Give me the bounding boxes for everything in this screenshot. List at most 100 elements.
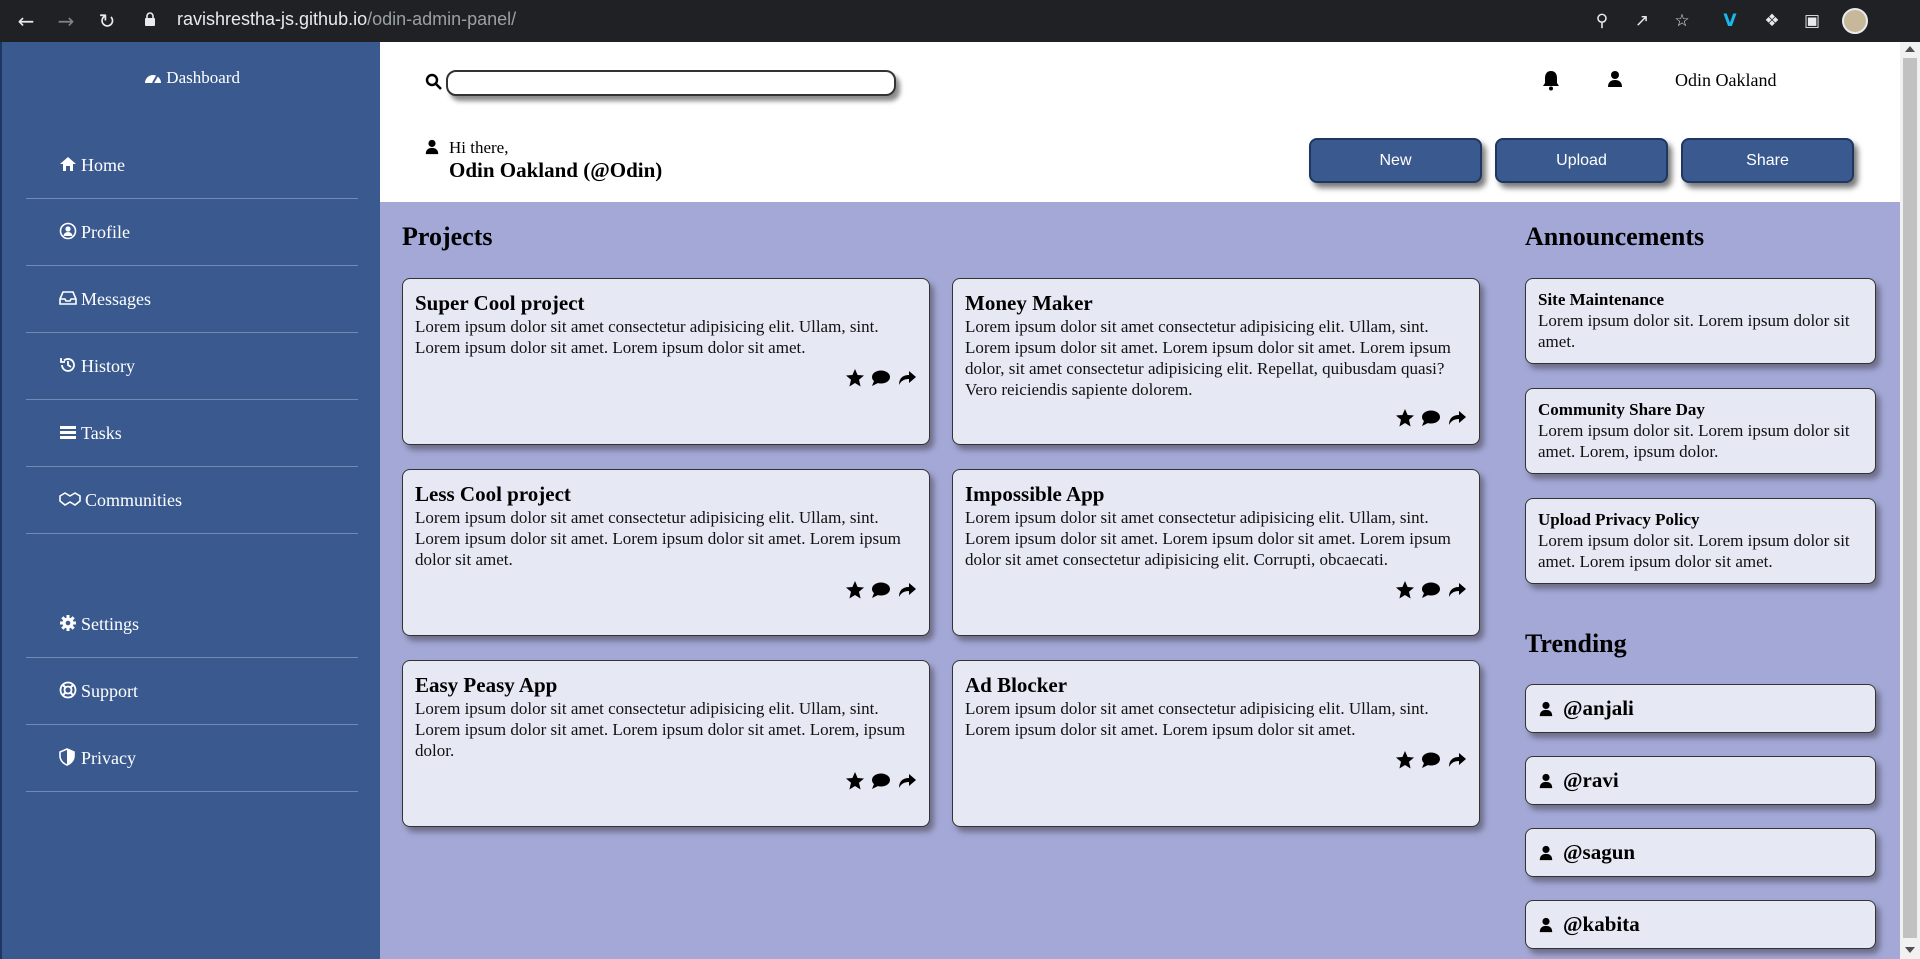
project-description: Lorem ipsum dolor sit amet consectetur a…	[965, 317, 1451, 399]
project-card: Easy Peasy App Lorem ipsum dolor sit ame…	[402, 660, 930, 827]
scrollbar-thumb[interactable]	[1903, 58, 1917, 938]
sidebar-dashboard[interactable]: Dashboard	[2, 68, 382, 88]
project-description: Lorem ipsum dolor sit amet consectetur a…	[415, 699, 906, 760]
upload-button[interactable]: Upload	[1495, 138, 1668, 183]
sidebar-item-support[interactable]: Support	[26, 658, 358, 725]
trending-username: @ravi	[1563, 768, 1619, 792]
star-icon[interactable]	[1395, 408, 1415, 428]
sidebar-item-history[interactable]: History	[26, 333, 358, 400]
main: Odin Oakland Hi there, Odin Oakland (@Od…	[380, 42, 1900, 959]
star-icon[interactable]	[845, 771, 865, 791]
bell-icon[interactable]	[1541, 69, 1561, 91]
sidebar-item-home[interactable]: Home	[26, 132, 358, 199]
shield-icon	[59, 748, 79, 768]
share-arrow-icon[interactable]	[1447, 580, 1467, 600]
project-title: Money Maker	[965, 291, 1093, 315]
sidebar-item-privacy[interactable]: Privacy	[26, 725, 358, 792]
star-icon[interactable]	[845, 580, 865, 600]
share-arrow-icon[interactable]	[1447, 408, 1467, 428]
trending-username: @kabita	[1563, 912, 1640, 936]
vimeo-extension-icon[interactable]: V	[1718, 9, 1742, 33]
project-title: Impossible App	[965, 482, 1105, 506]
forward-icon[interactable]: →	[52, 7, 80, 35]
trending-user[interactable]: @sagun	[1525, 828, 1876, 877]
search-icon	[425, 73, 442, 90]
page-scrollbar[interactable]	[1900, 42, 1920, 959]
sidebar-item-messages[interactable]: Messages	[26, 266, 358, 333]
trending-user[interactable]: @kabita	[1525, 900, 1876, 949]
dashboard-label: Dashboard	[166, 68, 240, 87]
project-title: Easy Peasy App	[415, 673, 558, 697]
greeting-name: Odin Oakland (@Odin)	[449, 158, 663, 182]
sidebar-item-profile[interactable]: Profile	[26, 199, 358, 266]
share-arrow-icon[interactable]	[1447, 750, 1467, 770]
sidebar-item-label: Home	[81, 154, 125, 175]
page: Dashboard Home Profile Messages History …	[0, 42, 1920, 959]
comment-icon[interactable]	[1421, 750, 1441, 770]
scroll-up-icon[interactable]	[1905, 46, 1915, 52]
share-arrow-icon[interactable]	[897, 368, 917, 388]
share-arrow-icon[interactable]	[897, 580, 917, 600]
announcement-title: Site Maintenance	[1538, 290, 1665, 309]
trending-user[interactable]: @anjali	[1525, 684, 1876, 733]
project-card: Impossible App Lorem ipsum dolor sit ame…	[952, 469, 1480, 636]
sidebar-item-settings[interactable]: Settings	[26, 591, 358, 658]
share-arrow-icon[interactable]	[897, 771, 917, 791]
announcement-title: Upload Privacy Policy	[1538, 510, 1700, 529]
sidebar-item-label: Support	[81, 680, 139, 701]
greeting-text: Hi there,	[449, 138, 509, 157]
comment-icon[interactable]	[871, 368, 891, 388]
announcements-title: Announcements	[1525, 222, 1705, 251]
profile-icon	[59, 222, 79, 242]
star-icon[interactable]	[1395, 580, 1415, 600]
sidebar-item-label: Communities	[85, 489, 183, 510]
extensions-icon[interactable]: ❖	[1760, 9, 1784, 33]
sidebar-panel-icon[interactable]: ▣	[1800, 9, 1824, 33]
search-input[interactable]	[446, 70, 896, 96]
new-button[interactable]: New	[1309, 138, 1482, 183]
project-actions	[415, 580, 917, 600]
project-title: Less Cool project	[415, 482, 571, 506]
user-icon	[1539, 701, 1553, 716]
sidebar-item-communities[interactable]: Communities	[26, 467, 358, 534]
content: Projects Super Cool project Lorem ipsum …	[380, 202, 1900, 959]
sidebar-item-tasks[interactable]: Tasks	[26, 400, 358, 467]
inbox-icon	[59, 289, 79, 309]
username: Odin Oakland	[1675, 70, 1777, 90]
zoom-icon[interactable]: ⚲	[1590, 9, 1614, 33]
comment-icon[interactable]	[871, 771, 891, 791]
announcement-card: Community Share Day Lorem ipsum dolor si…	[1525, 388, 1876, 474]
star-icon[interactable]	[845, 368, 865, 388]
lock-icon	[145, 12, 155, 26]
project-title: Super Cool project	[415, 291, 585, 315]
url-text[interactable]: ravishrestha-js.github.io/odin-admin-pan…	[177, 9, 516, 30]
user-icon[interactable]	[1606, 69, 1624, 89]
project-title: Ad Blocker	[965, 673, 1068, 697]
back-icon[interactable]: ←	[12, 7, 40, 35]
announcement-description: Lorem ipsum dolor sit. Lorem ipsum dolor…	[1538, 421, 1850, 461]
bookmark-star-icon[interactable]: ☆	[1670, 9, 1694, 33]
announcement-title: Community Share Day	[1538, 400, 1705, 419]
share-button[interactable]: Share	[1681, 138, 1854, 183]
home-icon	[59, 155, 79, 175]
project-actions	[415, 368, 917, 388]
reload-icon[interactable]: ↻	[93, 7, 121, 35]
trending-username: @anjali	[1563, 696, 1634, 720]
comment-icon[interactable]	[871, 580, 891, 600]
user-icon	[1539, 917, 1553, 932]
profile-avatar[interactable]	[1842, 8, 1868, 34]
project-card: Money Maker Lorem ipsum dolor sit amet c…	[952, 278, 1480, 445]
project-actions	[965, 580, 1467, 600]
project-actions	[415, 771, 917, 791]
share-page-icon[interactable]: ↗	[1630, 9, 1654, 33]
sidebar-item-label: History	[81, 355, 135, 376]
user-icon	[1539, 773, 1553, 788]
announcement-description: Lorem ipsum dolor sit. Lorem ipsum dolor…	[1538, 531, 1850, 571]
sidebar-item-label: Messages	[81, 288, 151, 309]
comment-icon[interactable]	[1421, 408, 1441, 428]
comment-icon[interactable]	[1421, 580, 1441, 600]
project-description: Lorem ipsum dolor sit amet consectetur a…	[415, 317, 879, 357]
star-icon[interactable]	[1395, 750, 1415, 770]
trending-user[interactable]: @ravi	[1525, 756, 1876, 805]
scroll-down-icon[interactable]	[1905, 947, 1915, 953]
